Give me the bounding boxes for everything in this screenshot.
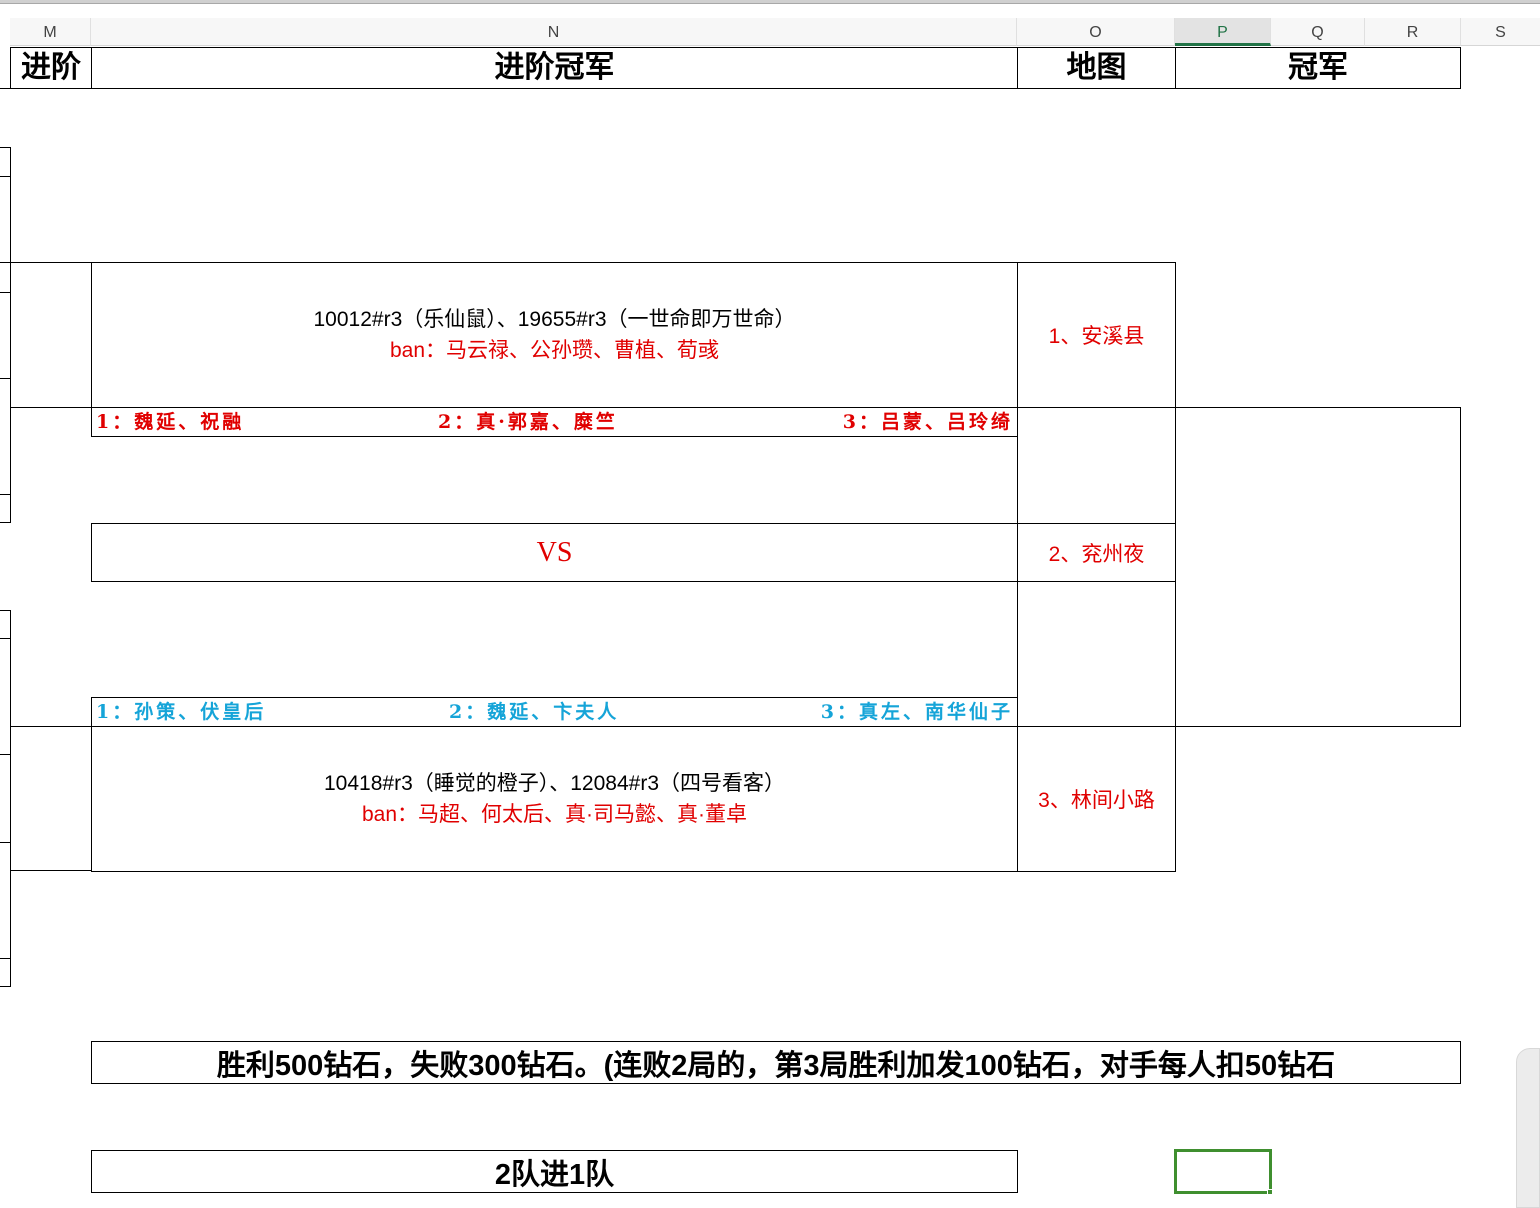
vs-cell[interactable]: VS <box>91 523 1018 582</box>
column-header-o[interactable]: O <box>1017 18 1175 46</box>
gridline <box>0 638 10 639</box>
match-1-ban: ban：马云禄、公孙瓒、曹植、荀彧 <box>389 339 720 362</box>
window-top-bar <box>0 0 1540 4</box>
gridline <box>0 88 10 89</box>
gridline <box>0 262 10 263</box>
bracket-connector <box>10 870 92 871</box>
gridline <box>0 378 10 379</box>
gridline <box>0 522 10 523</box>
match-2-pick-2: 2：魏延、卞夫人 <box>449 701 620 723</box>
advance-champion-header: 进阶冠军 <box>91 47 1018 89</box>
advance-header: 进阶 <box>10 47 92 89</box>
gridline <box>0 842 10 843</box>
gridline <box>0 958 10 959</box>
match-1-picks-row[interactable]: 1：魏延、祝融 2：真·郭嘉、糜竺 3：吕蒙、吕玲绮 <box>91 407 1018 437</box>
match-2-players: 10418#r3（睡觉的橙子）、12084#r3（四号看客） <box>324 772 785 795</box>
match-1-cell[interactable]: 10012#r3（乐仙鼠）、19655#r3（一世命即万世命） ban：马云禄、… <box>91 262 1018 408</box>
gridline <box>0 147 10 148</box>
match-1-pick-1: 1：魏延、祝融 <box>96 411 245 433</box>
column-header-p[interactable]: P <box>1175 18 1271 46</box>
fill-handle[interactable] <box>1267 1189 1273 1195</box>
column-header-s[interactable]: S <box>1461 18 1540 46</box>
gridline <box>0 176 10 177</box>
gridline <box>0 610 10 611</box>
active-cell-selection[interactable] <box>1174 1149 1272 1194</box>
bracket-line <box>10 147 11 523</box>
bracket-connector <box>10 407 92 408</box>
bracket-connector <box>10 262 92 263</box>
bracket-line <box>10 610 11 987</box>
advance-rule[interactable]: 2队进1队 <box>91 1150 1018 1193</box>
map-2-cell[interactable]: 2、兖州夜 <box>1017 523 1176 582</box>
match-1-pick-2: 2：真·郭嘉、糜竺 <box>438 411 618 433</box>
map-header: 地图 <box>1017 47 1176 89</box>
match-2-pick-3: 3：真左、南华仙子 <box>820 701 1013 723</box>
column-header-m[interactable]: M <box>10 18 91 46</box>
gridline <box>0 494 10 495</box>
champion-cell[interactable] <box>1175 407 1461 727</box>
reward-rules[interactable]: 胜利500钻石，失败300钻石。(连败2局的，第3局胜利加发100钻石，对手每人… <box>91 1041 1461 1084</box>
gridline <box>0 292 10 293</box>
match-1-players: 10012#r3（乐仙鼠）、19655#r3（一世命即万世命） <box>313 308 796 331</box>
map-3-cell[interactable]: 3、林间小路 <box>1017 726 1176 872</box>
match-1-pick-3: 3：吕蒙、吕玲绮 <box>842 411 1013 433</box>
gridline <box>0 754 10 755</box>
match-2-ban: ban：马超、何太后、真·司马懿、真·董卓 <box>361 803 748 826</box>
champion-header: 冠军 <box>1175 47 1461 89</box>
match-2-picks-row[interactable]: 1：孙策、伏皇后 2：魏延、卞夫人 3：真左、南华仙子 <box>91 697 1018 727</box>
map-1-cell[interactable]: 1、安溪县 <box>1017 262 1176 408</box>
match-2-pick-1: 1：孙策、伏皇后 <box>96 701 267 723</box>
column-header-q[interactable]: Q <box>1271 18 1365 46</box>
bracket-connector <box>10 726 92 727</box>
column-header-r[interactable]: R <box>1365 18 1461 46</box>
side-scroll-widget[interactable] <box>1516 1048 1540 1208</box>
match-2-cell[interactable]: 10418#r3（睡觉的橙子）、12084#r3（四号看客） ban：马超、何太… <box>91 726 1018 872</box>
gridline <box>0 986 10 987</box>
column-header-n[interactable]: N <box>91 18 1017 46</box>
